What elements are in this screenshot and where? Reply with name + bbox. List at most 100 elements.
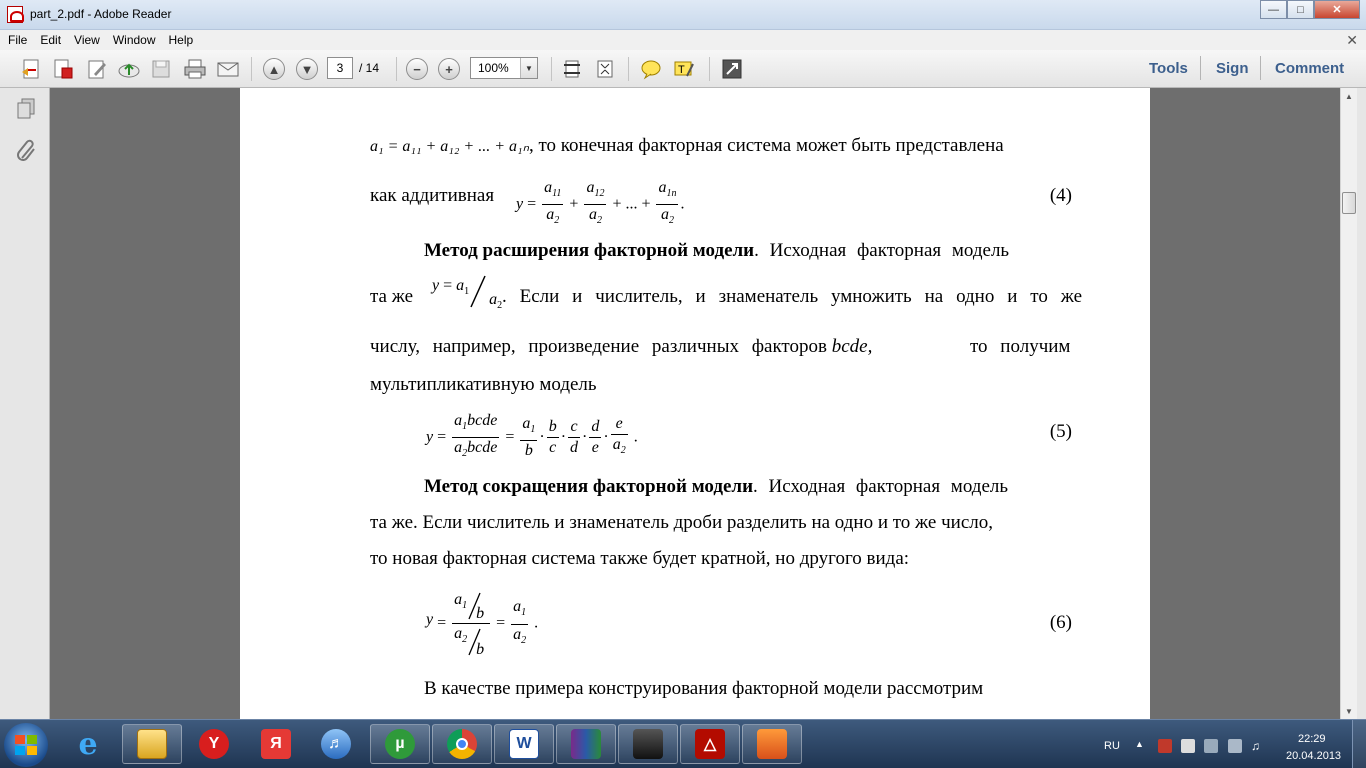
game-icon bbox=[633, 729, 663, 759]
network-icon[interactable] bbox=[1228, 739, 1242, 753]
clock-time[interactable]: 22:29 bbox=[1298, 733, 1326, 745]
action-center-icon[interactable] bbox=[1181, 739, 1195, 753]
zoom-out-button[interactable]: − bbox=[405, 57, 429, 81]
text-fragment: . Исходная факторная модель bbox=[753, 476, 1009, 497]
upload-cloud-icon[interactable] bbox=[117, 57, 141, 81]
menu-bar: File Edit View Window Help ✕ bbox=[0, 30, 1366, 50]
window-title: part_2.pdf - Adobe Reader bbox=[30, 7, 172, 21]
document-viewer[interactable]: a₁ = a₁₁ + a₁₂ + ... + a₁ₙ, то конечная … bbox=[50, 88, 1340, 719]
chevron-down-icon[interactable]: ▼ bbox=[520, 58, 537, 78]
create-pdf-icon[interactable] bbox=[19, 57, 43, 81]
text-line: В качестве примера конструирования факто… bbox=[424, 678, 984, 699]
scroll-up-icon[interactable]: ▲ bbox=[1341, 88, 1357, 104]
save-icon[interactable] bbox=[149, 57, 173, 81]
taskbar-chrome[interactable] bbox=[432, 724, 492, 764]
start-button[interactable] bbox=[4, 723, 48, 767]
zoom-in-button[interactable]: + bbox=[437, 57, 461, 81]
page-number-input[interactable]: 3 bbox=[327, 57, 353, 79]
show-hidden-icons[interactable]: ▲ bbox=[1135, 739, 1149, 753]
minimize-button[interactable]: — bbox=[1260, 0, 1287, 19]
previous-page-button[interactable]: ▲ bbox=[262, 57, 286, 81]
text-line: то новая факторная система также будет к… bbox=[370, 548, 910, 569]
close-document-icon[interactable]: ✕ bbox=[1346, 32, 1358, 49]
formula-5: y = a1bcde a2bcde = a1 b · b c · c d · d e · e a2 . bbox=[426, 412, 638, 460]
taskbar-game[interactable] bbox=[618, 724, 678, 764]
edit-pdf-icon[interactable] bbox=[85, 57, 109, 81]
next-page-button[interactable]: ▼ bbox=[295, 57, 319, 81]
tray-app-icon[interactable] bbox=[1158, 739, 1172, 753]
fit-page-icon[interactable] bbox=[593, 57, 617, 81]
language-indicator[interactable]: RU bbox=[1104, 740, 1120, 752]
maximize-button[interactable]: □ bbox=[1287, 0, 1314, 19]
text-fragment: как аддитивная bbox=[370, 185, 495, 206]
scroll-down-icon[interactable]: ▼ bbox=[1341, 703, 1357, 719]
menu-help[interactable]: Help bbox=[169, 33, 194, 47]
arrow-up-icon: ▲ bbox=[263, 58, 285, 80]
taskbar-utorrent[interactable]: µ bbox=[370, 724, 430, 764]
chrome-icon bbox=[447, 729, 477, 759]
show-desktop-button[interactable] bbox=[1352, 720, 1366, 768]
taskbar-internet-explorer[interactable]: e bbox=[58, 724, 118, 764]
fit-width-icon[interactable] bbox=[560, 57, 584, 81]
text-fragment: . Исходная факторная модель bbox=[754, 240, 1010, 261]
clock-date[interactable]: 20.04.2013 bbox=[1286, 750, 1341, 762]
taskbar-winrar[interactable] bbox=[556, 724, 616, 764]
equation-number-5: (5) bbox=[1049, 421, 1072, 442]
arrow-down-icon: ▼ bbox=[296, 58, 318, 80]
italic-text: bcde, bbox=[831, 336, 873, 357]
sign-link[interactable]: Sign bbox=[1216, 60, 1249, 77]
taskbar-paint[interactable] bbox=[742, 724, 802, 764]
attachments-icon[interactable] bbox=[14, 138, 38, 162]
folder-icon bbox=[137, 729, 167, 759]
create-pdf-from-file-icon[interactable] bbox=[51, 57, 75, 81]
text-line: Метод расширения факторной модели. Исход… bbox=[424, 240, 1009, 262]
windows-logo-icon bbox=[15, 735, 37, 755]
toolbar-separator bbox=[628, 57, 629, 81]
formula-4: y = a11 a2 + a12 a2 + ... + a1n a2. bbox=[516, 179, 685, 227]
print-icon[interactable] bbox=[183, 57, 207, 81]
winrar-icon bbox=[571, 729, 601, 759]
page-thumbnails-icon[interactable] bbox=[14, 96, 38, 120]
taskbar-adobe-reader[interactable]: △ bbox=[680, 724, 740, 764]
navigation-pane bbox=[0, 88, 50, 719]
text-line: мультипликативную модель bbox=[370, 374, 597, 395]
taskbar-yandex[interactable]: Я bbox=[246, 724, 306, 764]
highlight-text-icon[interactable]: T bbox=[672, 57, 696, 81]
formula-ratio: y = a1 a2 bbox=[432, 275, 503, 312]
volume-icon[interactable]: ♫ bbox=[1251, 739, 1265, 753]
adobe-reader-icon bbox=[7, 6, 24, 23]
close-button[interactable]: ✕ bbox=[1314, 0, 1360, 19]
text-line: как аддитивная bbox=[370, 185, 494, 207]
text-fragment: . Если и числитель, и знаменатель умножи… bbox=[502, 286, 1082, 307]
menu-edit[interactable]: Edit bbox=[40, 33, 61, 47]
taskbar-explorer[interactable] bbox=[122, 724, 182, 764]
menu-file[interactable]: File bbox=[8, 33, 27, 47]
utorrent-icon: µ bbox=[385, 729, 415, 759]
zoom-select[interactable]: 100% ▼ bbox=[470, 57, 538, 79]
scroll-thumb[interactable] bbox=[1342, 192, 1356, 214]
menu-view[interactable]: View bbox=[74, 33, 100, 47]
text-fragment: то получим bbox=[970, 336, 1071, 357]
taskbar-word[interactable]: W bbox=[494, 724, 554, 764]
equation-number-6: (6) bbox=[1049, 612, 1072, 633]
vertical-scrollbar[interactable]: ▲ ▼ bbox=[1340, 88, 1357, 719]
sticky-note-icon[interactable] bbox=[639, 57, 663, 81]
toolbar-separator bbox=[396, 57, 397, 81]
bold-heading: Метод сокращения факторной модели bbox=[424, 476, 754, 497]
bold-heading: Метод расширения факторной модели bbox=[424, 240, 755, 261]
device-icon[interactable] bbox=[1204, 739, 1218, 753]
pdf-page: a₁ = a₁₁ + a₁₂ + ... + a₁ₙ, то конечная … bbox=[240, 88, 1150, 719]
taskbar-yandex-browser[interactable]: Y bbox=[184, 724, 244, 764]
tools-link[interactable]: Tools bbox=[1149, 60, 1188, 77]
toolbar-separator bbox=[1260, 56, 1261, 80]
menu-window[interactable]: Window bbox=[113, 33, 156, 47]
text-line: та же bbox=[370, 286, 413, 308]
text-line: . Если и числитель, и знаменатель умножи… bbox=[502, 286, 1082, 308]
yandex-browser-icon: Y bbox=[199, 729, 229, 759]
email-icon[interactable] bbox=[216, 57, 240, 81]
adobe-reader-icon: △ bbox=[695, 729, 725, 759]
speaker-icon: ♬ bbox=[321, 729, 351, 759]
full-screen-icon[interactable] bbox=[720, 57, 744, 81]
comment-link[interactable]: Comment bbox=[1275, 60, 1344, 77]
taskbar-audio-player[interactable]: ♬ bbox=[306, 724, 366, 764]
